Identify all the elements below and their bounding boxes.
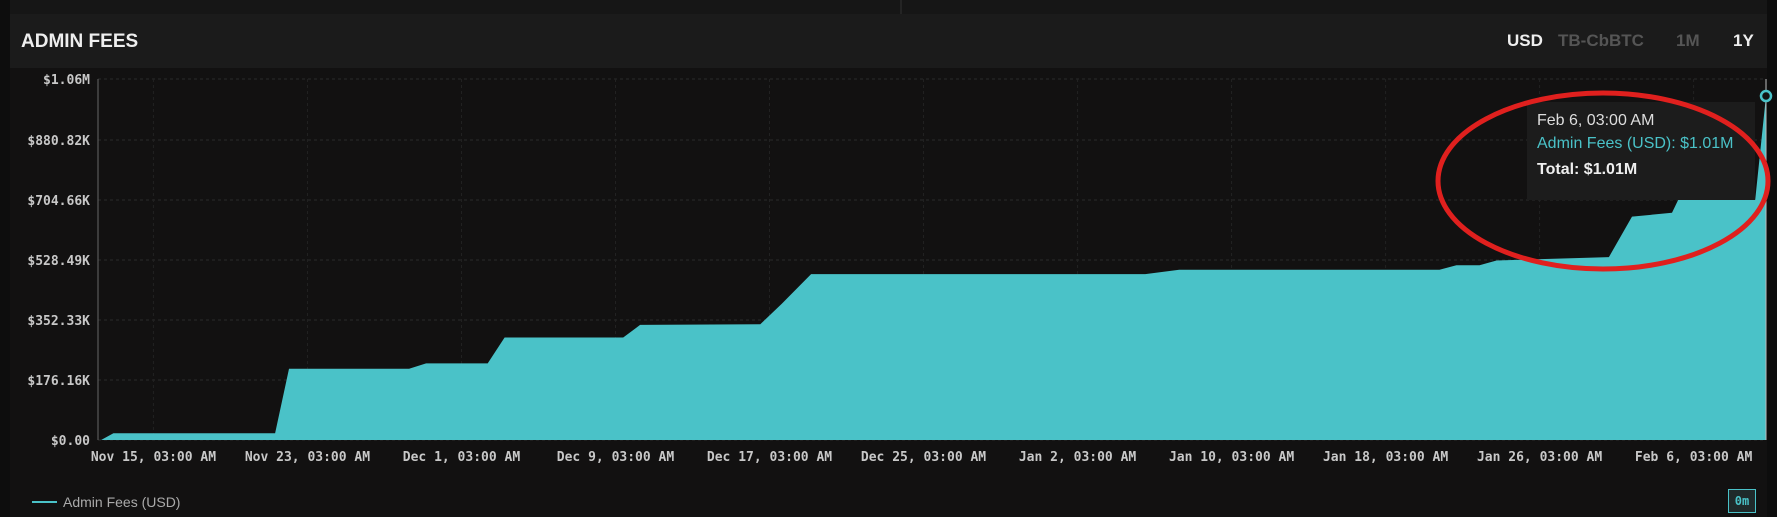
x-tick-label: Nov 15, 03:00 AM: [91, 450, 216, 465]
x-tick-label: Dec 9, 03:00 AM: [557, 450, 675, 465]
hover-point-marker: [1759, 89, 1773, 103]
admin-fees-area: [101, 96, 1767, 440]
zoom-reset-button[interactable]: 0m: [1728, 489, 1756, 513]
y-tick-label: $0.00: [51, 434, 90, 449]
x-tick-label: Jan 2, 03:00 AM: [1019, 450, 1137, 465]
x-tick-label: Jan 26, 03:00 AM: [1477, 450, 1602, 465]
y-tick-label: $352.33K: [27, 314, 90, 329]
x-tick-label: Dec 1, 03:00 AM: [403, 450, 521, 465]
x-tick-label: Nov 23, 03:00 AM: [245, 450, 370, 465]
tooltip-series-value: Admin Fees (USD): $1.01M: [1537, 135, 1734, 152]
x-tick-label: Jan 18, 03:00 AM: [1323, 450, 1448, 465]
x-tick-label: Jan 10, 03:00 AM: [1169, 450, 1294, 465]
y-tick-label: $1.06M: [43, 73, 90, 88]
y-tick-label: $704.66K: [27, 194, 90, 209]
y-tick-label: $528.49K: [27, 254, 90, 269]
legend-item[interactable]: Admin Fees (USD): [32, 494, 180, 510]
chart-tooltip: Feb 6, 03:00 AM Admin Fees (USD): $1.01M…: [1527, 102, 1755, 200]
y-tick-label: $880.82K: [27, 134, 90, 149]
legend-swatch: [32, 501, 57, 503]
admin-fees-chart[interactable]: $0.00 $176.16K $352.33K $528.49K $704.66K $88…: [0, 0, 1777, 517]
x-tick-label: Dec 17, 03:00 AM: [707, 450, 832, 465]
y-tick-label: $176.16K: [27, 374, 90, 389]
tooltip-total: Total: $1.01M: [1537, 161, 1638, 178]
legend-label: Admin Fees (USD): [63, 494, 181, 510]
x-tick-label: Dec 25, 03:00 AM: [861, 450, 986, 465]
x-tick-label: Feb 6, 03:00 AM: [1635, 450, 1753, 465]
tooltip-date: Feb 6, 03:00 AM: [1537, 112, 1655, 129]
